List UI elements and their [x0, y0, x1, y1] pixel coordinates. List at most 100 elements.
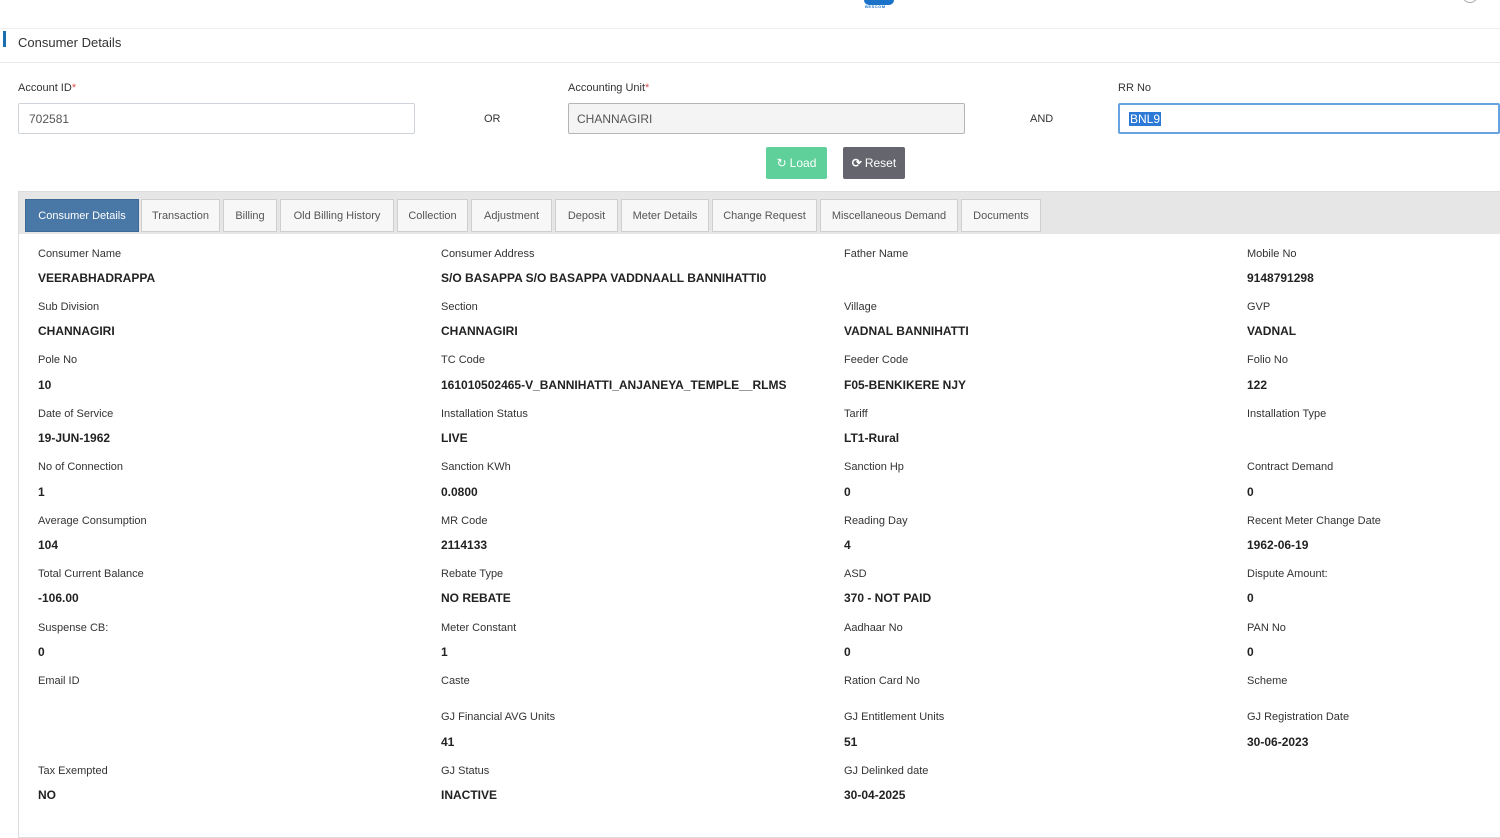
gvp-label: GVP	[1247, 301, 1271, 313]
bescom-logo: BESCOM	[864, 0, 894, 10]
sub-division-label: Sub Division	[38, 301, 100, 313]
meter-constant-label: Meter Constant	[441, 622, 517, 634]
contract-demand-label: Contract Demand	[1247, 461, 1334, 473]
dispute-amount-value: 0	[1247, 591, 1254, 605]
reading-day-label: Reading Day	[844, 515, 908, 527]
total-current-balance-value: -106.00	[38, 591, 79, 605]
scheme-label: Scheme	[1247, 675, 1288, 687]
and-separator: AND	[1030, 113, 1054, 125]
rebate-type-label: Rebate Type	[441, 568, 504, 580]
sub-division-value: CHANNAGIRI	[38, 324, 115, 338]
required-mark: *	[645, 82, 650, 94]
sanction-kwh-label: Sanction KWh	[441, 461, 511, 473]
average-consumption-label: Average Consumption	[38, 515, 147, 527]
tax-exempted-value: NO	[38, 788, 56, 802]
feeder-code-label: Feeder Code	[844, 354, 909, 366]
no-of-connection-label: No of Connection	[38, 461, 123, 473]
sanction-hp-value: 0	[844, 485, 851, 499]
village-value: VADNAL BANNIHATTI	[844, 324, 969, 338]
account-id-input[interactable]: 702581	[18, 103, 415, 134]
pan-no-label: PAN No	[1247, 622, 1286, 634]
mobile-no-value: 9148791298	[1247, 271, 1314, 285]
accounting-unit-select[interactable]: CHANNAGIRI	[568, 103, 965, 134]
reset-button[interactable]: ⟳ Reset	[843, 147, 905, 179]
refresh-icon: ⟳	[851, 156, 862, 170]
accounting-unit-value: CHANNAGIRI	[577, 112, 653, 126]
tab-billing[interactable]: Billing	[223, 199, 277, 232]
tab-transaction[interactable]: Transaction	[141, 199, 220, 232]
folio-no-value: 122	[1247, 378, 1268, 392]
gj-financial-avg-units-value: 41	[441, 735, 455, 749]
reset-button-label: Reset	[864, 156, 897, 170]
accounting-unit-label-text: Accounting Unit	[568, 82, 646, 94]
gj-status-label: GJ Status	[441, 765, 490, 777]
account-id-label-text: Account ID	[18, 82, 72, 94]
tc-code-label: TC Code	[441, 354, 486, 366]
gj-status-value: INACTIVE	[441, 788, 498, 802]
tab-old-billing-history[interactable]: Old Billing History	[280, 199, 394, 232]
user-icon[interactable]	[1462, 0, 1478, 3]
email-id-label: Email ID	[38, 675, 80, 687]
gj-registration-date-label: GJ Registration Date	[1247, 711, 1350, 723]
mr-code-value: 2114133	[441, 538, 488, 552]
gvp-value: VADNAL	[1247, 324, 1297, 338]
sanction-hp-label: Sanction Hp	[844, 461, 904, 473]
rebate-type-value: NO REBATE	[441, 591, 511, 605]
installation-status-label: Installation Status	[441, 408, 528, 420]
recent-meter-change-date-label: Recent Meter Change Date	[1247, 515, 1381, 527]
gj-registration-date-value: 30-06-2023	[1247, 735, 1309, 749]
recent-meter-change-date-value: 1962-06-19	[1247, 538, 1309, 552]
tab-documents[interactable]: Documents	[961, 199, 1041, 232]
tab-bar: Consumer Details Transaction Billing Old…	[19, 192, 1500, 234]
tariff-label: Tariff	[844, 408, 868, 420]
rr-no-input[interactable]: BNL9	[1118, 103, 1500, 134]
rr-no-label: RR No	[1118, 82, 1152, 94]
folio-no-label: Folio No	[1247, 354, 1288, 366]
tab-consumer-details[interactable]: Consumer Details	[25, 199, 139, 232]
load-button[interactable]: ↻ Load	[766, 147, 827, 179]
aadhaar-no-value: 0	[844, 645, 851, 659]
asd-label: ASD	[844, 568, 867, 580]
consumer-name-value: VEERABHADRAPPA	[38, 271, 156, 285]
total-current-balance-label: Total Current Balance	[38, 568, 144, 580]
aadhaar-no-label: Aadhaar No	[844, 622, 903, 634]
dispute-amount-label: Dispute Amount:	[1247, 568, 1328, 580]
date-of-service-label: Date of Service	[38, 408, 114, 420]
tab-adjustment[interactable]: Adjustment	[471, 199, 552, 232]
tax-exempted-label: Tax Exempted	[38, 765, 108, 777]
logo-text: BESCOM	[865, 4, 886, 9]
tab-change-request[interactable]: Change Request	[712, 199, 817, 232]
consumer-name-label: Consumer Name	[38, 248, 122, 260]
installation-type-label: Installation Type	[1247, 408, 1327, 420]
reading-day-value: 4	[844, 538, 851, 552]
gj-financial-avg-units-label: GJ Financial AVG Units	[441, 711, 556, 723]
meter-constant-value: 1	[441, 645, 448, 659]
gj-delinked-date-value: 30-04-2025	[844, 788, 906, 802]
or-separator: OR	[484, 113, 501, 125]
tariff-value: LT1-Rural	[844, 431, 900, 445]
pole-no-label: Pole No	[38, 354, 78, 366]
consumer-address-label: Consumer Address	[441, 248, 535, 260]
gj-entitlement-units-value: 51	[844, 735, 858, 749]
account-id-label: Account ID*	[18, 82, 76, 94]
suspense-cb-label: Suspense CB:	[38, 622, 109, 634]
tab-collection[interactable]: Collection	[397, 199, 468, 232]
sanction-kwh-value: 0.0800	[441, 485, 478, 499]
village-label: Village	[844, 301, 877, 313]
tab-meter-details[interactable]: Meter Details	[621, 199, 709, 232]
rr-no-value: BNL9	[1129, 112, 1162, 126]
accounting-unit-label: Accounting Unit*	[568, 82, 649, 94]
mr-code-label: MR Code	[441, 515, 488, 527]
tab-deposit[interactable]: Deposit	[555, 199, 618, 232]
father-name-label: Father Name	[844, 248, 909, 260]
asd-value: 370 - NOT PAID	[844, 591, 932, 605]
pan-no-value: 0	[1247, 645, 1254, 659]
pole-no-value: 10	[38, 378, 52, 392]
account-id-value: 702581	[29, 112, 70, 126]
section-header: Consumer Details	[0, 31, 1500, 63]
section-accent-bar	[3, 31, 6, 47]
tab-miscellaneous-demand[interactable]: Miscellaneous Demand	[820, 199, 958, 232]
caste-label: Caste	[441, 675, 470, 687]
mobile-no-label: Mobile No	[1247, 248, 1297, 260]
top-header: BESCOM	[0, 0, 1500, 29]
